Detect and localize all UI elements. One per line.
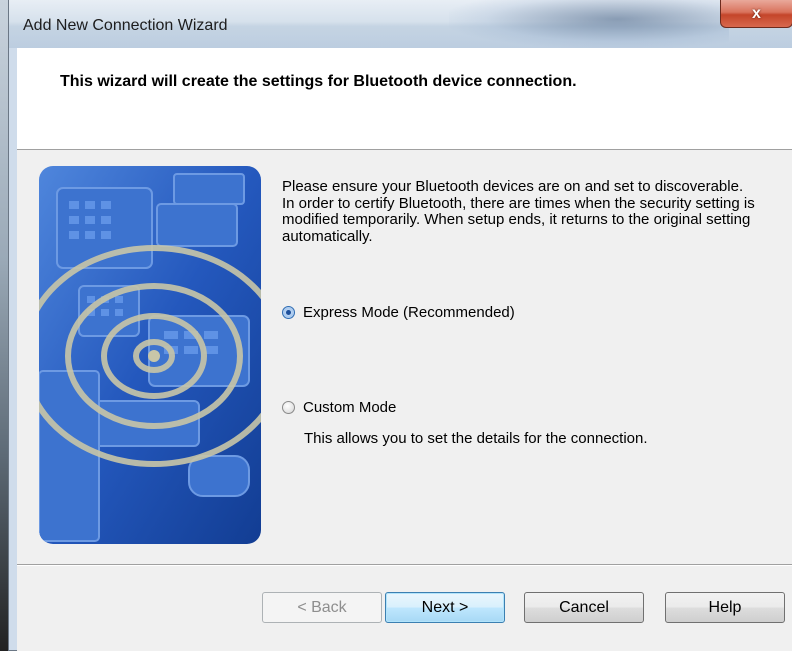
help-button[interactable]: Help [665, 592, 785, 623]
bluetooth-devices-icon [39, 166, 261, 544]
bluetooth-illustration [39, 166, 261, 544]
express-mode-radio[interactable] [282, 306, 295, 319]
back-button[interactable]: < Back [262, 592, 382, 623]
custom-mode-description: This allows you to set the details for t… [304, 430, 648, 447]
title-bar[interactable]: Add New Connection Wizard x [9, 0, 792, 48]
wizard-window: Add New Connection Wizard x This wizard … [8, 0, 792, 651]
custom-mode-radio[interactable] [282, 401, 295, 414]
wizard-instructions: Please ensure your Bluetooth devices are… [282, 178, 772, 245]
custom-mode-option[interactable]: Custom Mode [282, 399, 396, 416]
close-icon: x [752, 4, 761, 22]
next-button[interactable]: Next > [385, 592, 505, 623]
custom-mode-label[interactable]: Custom Mode [303, 399, 396, 416]
express-mode-label[interactable]: Express Mode (Recommended) [303, 304, 515, 321]
instruction-paragraph-2: In order to certify Bluetooth, there are… [282, 194, 755, 245]
window-title: Add New Connection Wizard [23, 17, 228, 34]
wizard-header-panel: This wizard will create the settings for… [17, 48, 792, 150]
instruction-paragraph-1: Please ensure your Bluetooth devices are… [282, 178, 744, 195]
wizard-header-text: This wizard will create the settings for… [60, 73, 577, 90]
footer-divider-highlight [17, 565, 792, 566]
cancel-button[interactable]: Cancel [524, 592, 644, 623]
express-mode-option[interactable]: Express Mode (Recommended) [282, 304, 515, 321]
wizard-client-area: This wizard will create the settings for… [17, 48, 792, 651]
close-button[interactable]: x [720, 0, 792, 28]
title-bar-glass [449, 0, 729, 48]
